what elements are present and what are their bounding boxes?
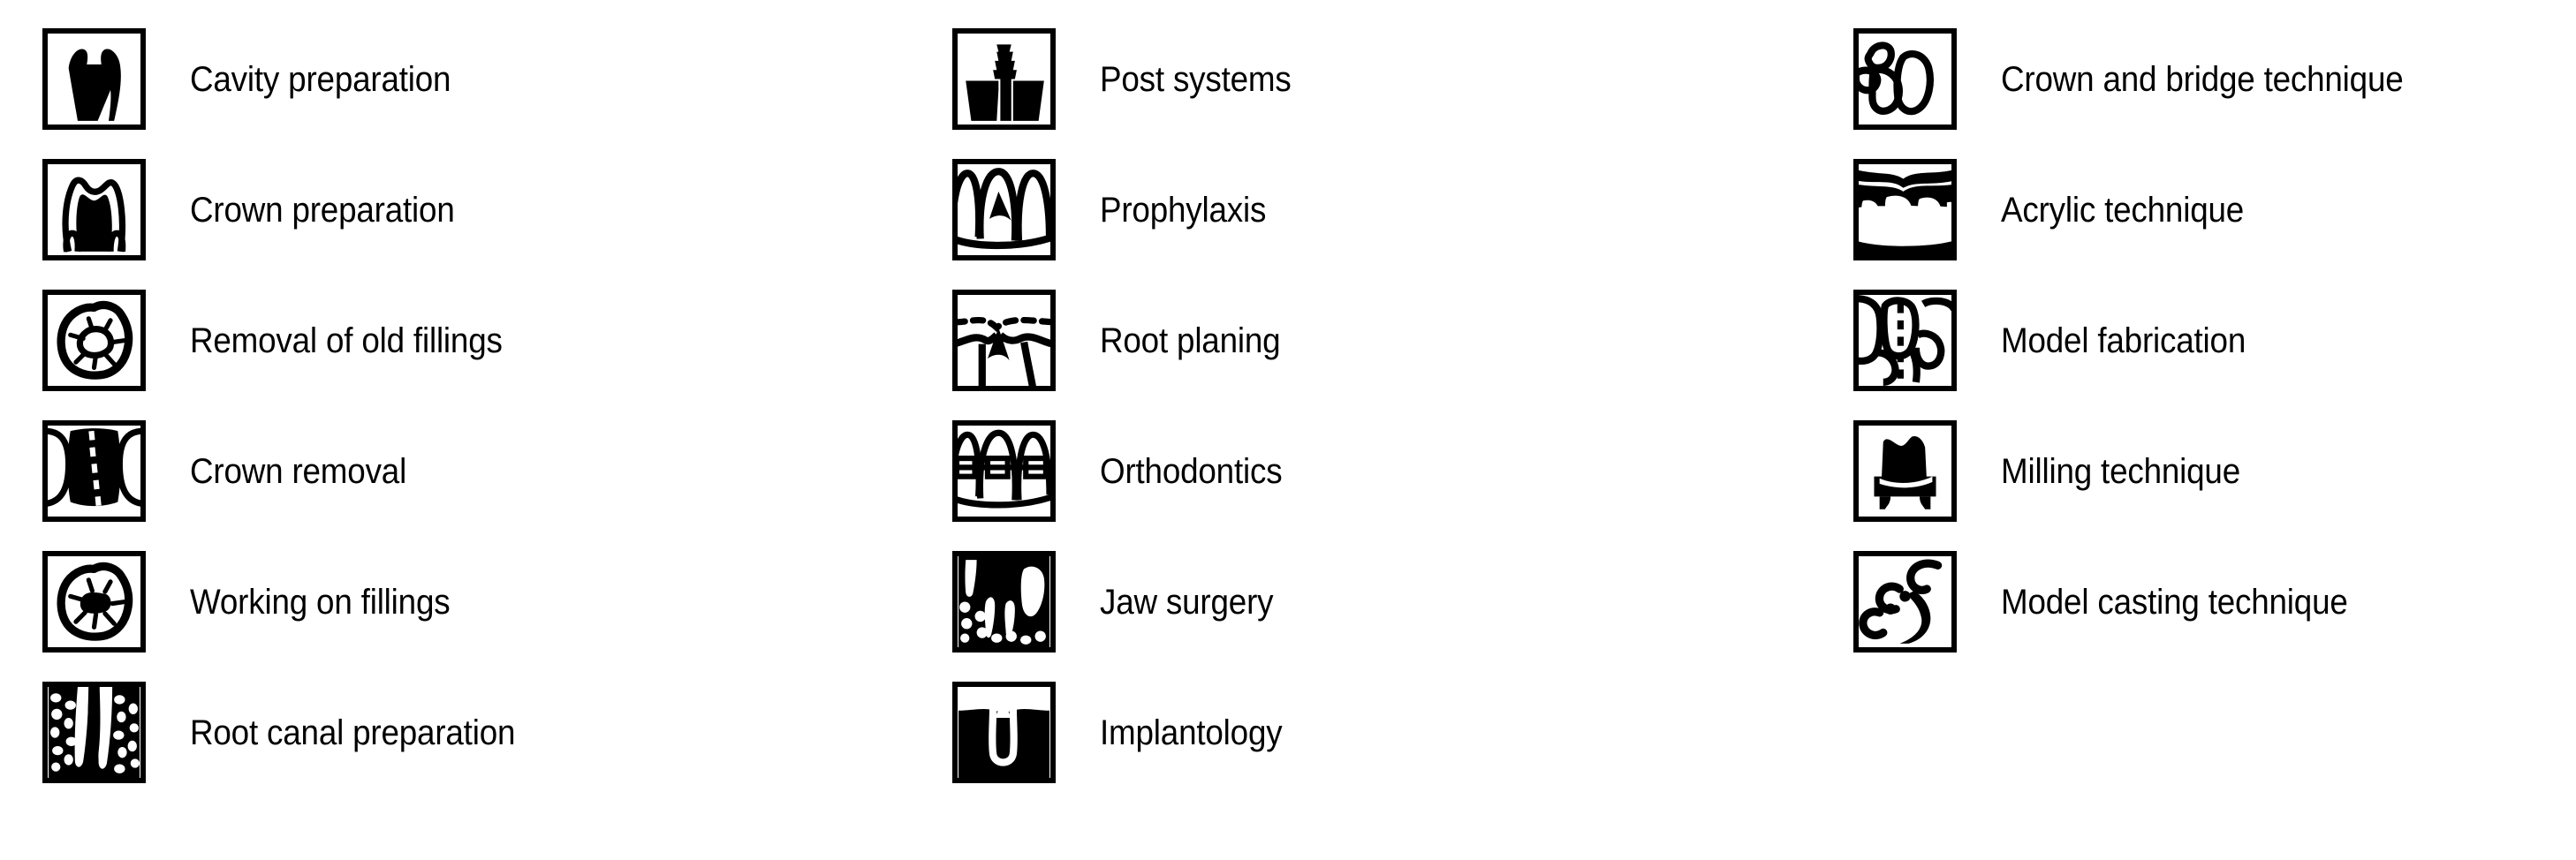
legend-columns: Cavity preparation Crown preparation Rem… bbox=[0, 0, 2576, 812]
list-item-label: Post systems bbox=[1100, 59, 1292, 99]
list-item[interactable]: Model casting technique bbox=[1853, 551, 2576, 653]
list-item[interactable]: Removal of old fillings bbox=[42, 290, 952, 391]
teeth-prophylaxis-icon bbox=[952, 159, 1056, 260]
acrylic-denture-icon bbox=[1853, 159, 1957, 260]
list-item[interactable]: Post systems bbox=[952, 28, 1853, 130]
list-item-label: Model fabrication bbox=[2001, 321, 2246, 360]
list-item-label: Removal of old fillings bbox=[190, 321, 503, 360]
list-item-label: Cavity preparation bbox=[190, 59, 451, 99]
list-item-label: Model casting technique bbox=[2001, 582, 2348, 622]
model-fabrication-icon bbox=[1853, 290, 1957, 391]
tooth-post-system-icon bbox=[952, 28, 1056, 130]
legend-column-2: Post systems Prophylaxis Root planing Or… bbox=[952, 28, 1853, 812]
list-item-label: Acrylic technique bbox=[2001, 190, 2245, 230]
list-item-label: Working on fillings bbox=[190, 582, 451, 622]
list-item[interactable]: Root canal preparation bbox=[42, 682, 952, 783]
milling-die-icon bbox=[1853, 420, 1957, 522]
list-item[interactable]: Model fabrication bbox=[1853, 290, 2576, 391]
list-item-label: Prophylaxis bbox=[1100, 190, 1267, 230]
list-item[interactable]: Jaw surgery bbox=[952, 551, 1853, 653]
list-item[interactable]: Implantology bbox=[952, 682, 1853, 783]
list-item[interactable]: Prophylaxis bbox=[952, 159, 1853, 260]
tooth-root-canal-icon bbox=[42, 682, 146, 783]
list-item-label: Root canal preparation bbox=[190, 713, 516, 752]
list-item[interactable]: Crown removal bbox=[42, 420, 952, 522]
tooth-crown-removal-icon bbox=[42, 420, 146, 522]
crown-bridge-icon bbox=[1853, 28, 1957, 130]
list-item[interactable]: Crown preparation bbox=[42, 159, 952, 260]
gum-root-planing-icon bbox=[952, 290, 1056, 391]
jaw-surgery-icon bbox=[952, 551, 1056, 653]
teeth-braces-icon bbox=[952, 420, 1056, 522]
legend-column-1: Cavity preparation Crown preparation Rem… bbox=[0, 28, 952, 812]
legend-column-3: Crown and bridge technique Acrylic techn… bbox=[1853, 28, 2576, 682]
list-item-label: Crown and bridge technique bbox=[2001, 59, 2404, 99]
list-item[interactable]: Cavity preparation bbox=[42, 28, 952, 130]
list-item-label: Crown preparation bbox=[190, 190, 455, 230]
list-item-label: Crown removal bbox=[190, 451, 407, 491]
list-item-label: Root planing bbox=[1100, 321, 1281, 360]
occlusal-old-filling-icon bbox=[42, 290, 146, 391]
list-item-label: Orthodontics bbox=[1100, 451, 1283, 491]
list-item[interactable]: Root planing bbox=[952, 290, 1853, 391]
tooth-cavity-prep-icon bbox=[42, 28, 146, 130]
list-item-label: Implantology bbox=[1100, 713, 1283, 752]
model-casting-clasp-icon bbox=[1853, 551, 1957, 653]
list-item[interactable]: Crown and bridge technique bbox=[1853, 28, 2576, 130]
list-item[interactable]: Working on fillings bbox=[42, 551, 952, 653]
list-item-label: Milling technique bbox=[2001, 451, 2240, 491]
legend-sheet: Cavity preparation Crown preparation Rem… bbox=[0, 0, 2576, 860]
list-item[interactable]: Acrylic technique bbox=[1853, 159, 2576, 260]
list-item-label: Jaw surgery bbox=[1100, 582, 1274, 622]
tooth-crown-prep-icon bbox=[42, 159, 146, 260]
list-item[interactable]: Milling technique bbox=[1853, 420, 2576, 522]
occlusal-filling-work-icon bbox=[42, 551, 146, 653]
dental-implant-icon bbox=[952, 682, 1056, 783]
list-item[interactable]: Orthodontics bbox=[952, 420, 1853, 522]
